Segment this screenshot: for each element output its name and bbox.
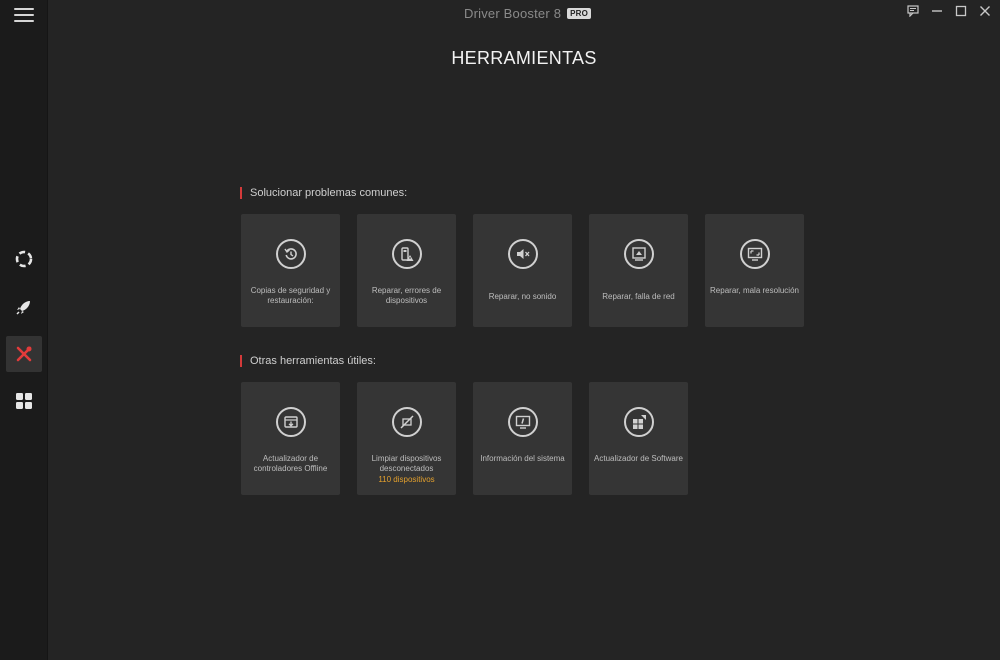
network-icon — [623, 239, 654, 269]
titlebar: Driver Booster 8 PRO — [48, 0, 1000, 28]
card-label: Actualizador de controladores Offline — [253, 454, 328, 473]
system-info-icon — [507, 407, 538, 437]
card-device-errors[interactable]: Reparar, errores de dispositivos — [357, 214, 456, 327]
ring-icon — [15, 250, 33, 268]
card-system-information[interactable]: Información del sistema — [473, 382, 572, 495]
maximize-icon[interactable] — [954, 4, 968, 18]
card-label: Reparar, no sonido — [488, 292, 557, 301]
page-title: HERRAMIENTAS — [451, 48, 597, 68]
card-network-failure[interactable]: Reparar, falla de red — [589, 214, 688, 327]
common-problems-grid: Copias de seguridad y restauración: Repa… — [241, 214, 804, 327]
restore-icon — [275, 239, 306, 269]
sidebar — [0, 0, 48, 660]
window-controls — [906, 4, 992, 18]
tools-icon — [16, 346, 32, 362]
close-icon[interactable] — [978, 4, 992, 18]
card-label-text: Limpiar dispositivos desconectados — [371, 454, 442, 473]
card-clean-disconnected-devices[interactable]: Limpiar dispositivos desconectados 110 d… — [357, 382, 456, 495]
section-label-common-problems: Solucionar problemas comunes: — [240, 187, 407, 199]
nav-tools-icon[interactable] — [6, 336, 42, 372]
main-panel: Driver Booster 8 PRO HERRAMIENTAS Soluci… — [48, 0, 1000, 660]
minimize-icon[interactable] — [930, 4, 944, 18]
app-title-text: Driver Booster 8 — [464, 6, 562, 21]
device-error-icon — [391, 239, 422, 269]
grid-icon — [16, 393, 32, 409]
feedback-icon[interactable] — [906, 4, 920, 18]
nav-action-center-grid-icon[interactable] — [6, 383, 42, 419]
card-offline-driver-updater[interactable]: Actualizador de controladores Offline — [241, 382, 340, 495]
section-label-other-tools: Otras herramientas útiles: — [240, 355, 376, 367]
card-label: Reparar, falla de red — [602, 292, 675, 301]
device-count: 110 dispositivos — [378, 475, 435, 484]
sound-mute-icon — [507, 239, 538, 269]
software-updater-icon — [623, 407, 654, 437]
card-label: Reparar, mala resolución — [710, 286, 799, 295]
offline-updater-icon — [275, 407, 306, 437]
pro-badge: PRO — [567, 8, 592, 19]
hamburger-menu-icon[interactable] — [14, 8, 34, 22]
card-label: Actualizador de Software — [594, 454, 683, 463]
card-backup-restore[interactable]: Copias de seguridad y restauración: — [241, 214, 340, 327]
card-no-sound[interactable]: Reparar, no sonido — [473, 214, 572, 327]
nav-boost-rocket-icon[interactable] — [6, 289, 42, 325]
card-bad-resolution[interactable]: Reparar, mala resolución — [705, 214, 804, 327]
rocket-icon — [16, 301, 30, 315]
clean-device-icon — [391, 407, 422, 437]
card-label: Copias de seguridad y restauración: — [250, 286, 331, 305]
resolution-icon — [739, 239, 770, 269]
nav-scan-ring-icon[interactable] — [6, 241, 42, 277]
card-label: Información del sistema — [480, 454, 565, 463]
card-label: Limpiar dispositivos desconectados 110 d… — [361, 454, 453, 485]
other-tools-grid: Actualizador de controladores Offline Li… — [241, 382, 688, 495]
card-software-updater[interactable]: Actualizador de Software — [589, 382, 688, 495]
app-title: Driver Booster 8 PRO — [464, 6, 592, 21]
card-label: Reparar, errores de dispositivos — [371, 286, 442, 305]
